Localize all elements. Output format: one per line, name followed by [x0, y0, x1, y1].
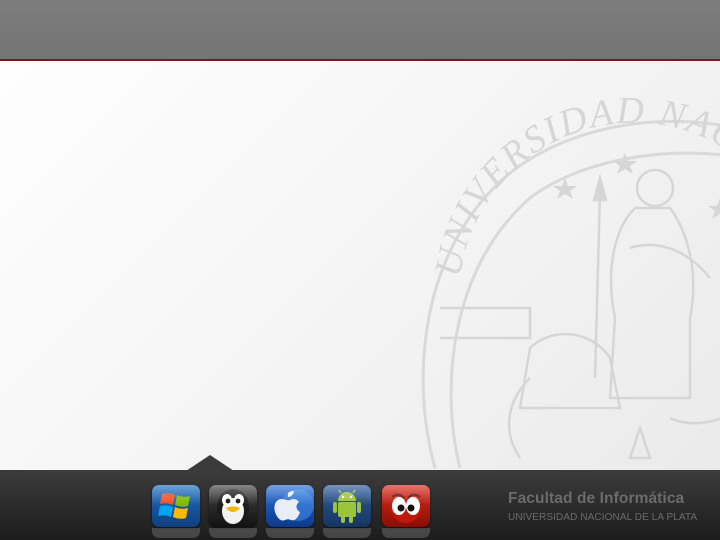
apple-logo-icon — [266, 485, 314, 527]
android-robot-icon — [323, 485, 371, 527]
university-subtitle: UNIVERSIDAD NACIONAL DE LA PLATA — [508, 512, 698, 523]
header-divider — [0, 59, 720, 61]
university-seal-icon: UNIVERSIDAD NACIONAL — [390, 78, 720, 469]
faculty-title: Facultad de Informática — [508, 490, 685, 507]
top-header-bar — [0, 0, 720, 59]
freebsd-reflection — [382, 528, 430, 538]
dock-item-freebsd[interactable] — [382, 485, 430, 538]
windows-logo-icon — [152, 485, 200, 527]
dock-pointer — [186, 455, 234, 471]
dock-item-linux[interactable] — [209, 485, 257, 538]
windows-reflection — [152, 528, 200, 538]
linux-reflection — [209, 528, 257, 538]
android-reflection — [323, 528, 371, 538]
dock-item-mac[interactable] — [266, 485, 314, 538]
dock-item-android[interactable] — [323, 485, 371, 538]
mac-reflection — [266, 528, 314, 538]
dock-item-windows[interactable] — [152, 485, 200, 538]
bsd-daemon-icon — [382, 485, 430, 527]
tux-penguin-icon — [209, 485, 257, 527]
